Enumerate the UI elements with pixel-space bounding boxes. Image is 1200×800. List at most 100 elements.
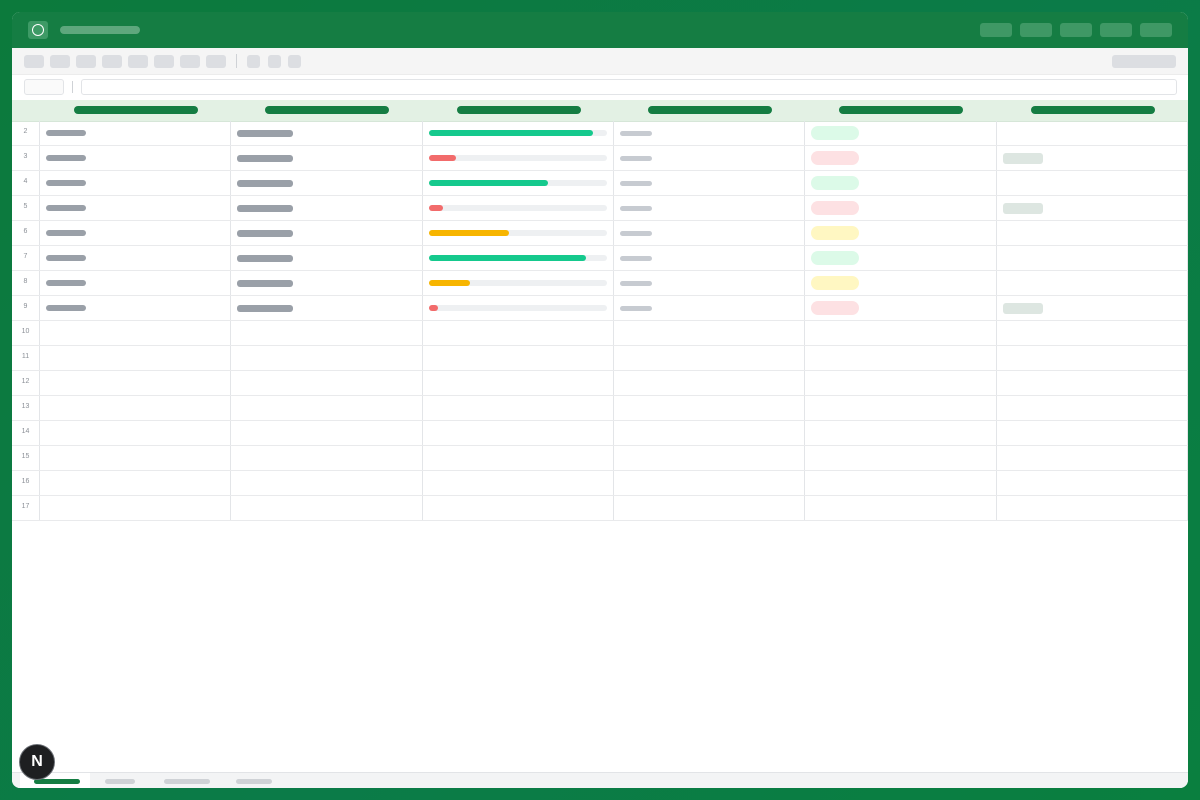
row-number[interactable]: 5	[12, 196, 40, 220]
cell-col-4[interactable]	[614, 496, 805, 520]
cell-col-2[interactable]	[231, 371, 423, 395]
cell-col-2[interactable]	[231, 396, 423, 420]
cell-col-3[interactable]	[423, 146, 614, 170]
cell-col-1[interactable]	[40, 446, 231, 470]
cell-col-5[interactable]	[805, 246, 997, 270]
row-number[interactable]: 12	[12, 371, 40, 395]
cell-col-5[interactable]	[805, 496, 997, 520]
cell-col-3[interactable]	[423, 296, 614, 320]
cell-col-4[interactable]	[614, 371, 805, 395]
cell-col-1[interactable]	[40, 246, 231, 270]
column-header-2[interactable]	[231, 100, 423, 121]
cell-col-6[interactable]	[997, 396, 1188, 420]
cell-col-4[interactable]	[614, 321, 805, 345]
titlebar-button-5[interactable]	[1140, 23, 1172, 37]
cell-col-4[interactable]	[614, 271, 805, 295]
row-number[interactable]: 2	[12, 121, 40, 145]
select-all-corner[interactable]	[12, 100, 40, 121]
toolbar-button-10[interactable]	[268, 55, 281, 68]
sheet-tab[interactable]	[152, 773, 224, 788]
cell-col-3[interactable]	[423, 496, 614, 520]
cell-col-1[interactable]	[40, 146, 231, 170]
cell-col-4[interactable]	[614, 146, 805, 170]
cell-col-5[interactable]	[805, 471, 997, 495]
row-number[interactable]: 7	[12, 246, 40, 270]
cell-col-6[interactable]	[997, 446, 1188, 470]
cell-col-3[interactable]	[423, 171, 614, 195]
toolbar-button-9[interactable]	[247, 55, 260, 68]
cell-col-6[interactable]	[997, 146, 1188, 170]
row-number[interactable]: 4	[12, 171, 40, 195]
n-logo-icon[interactable]: N	[19, 744, 55, 780]
column-header-6[interactable]	[997, 100, 1188, 121]
toolbar-button-1[interactable]	[24, 55, 44, 68]
column-header-3[interactable]	[423, 100, 614, 121]
titlebar-button-1[interactable]	[980, 23, 1012, 37]
cell-col-5[interactable]	[805, 321, 997, 345]
cell-col-1[interactable]	[40, 221, 231, 245]
row-number[interactable]: 17	[12, 496, 40, 520]
cell-col-6[interactable]	[997, 471, 1188, 495]
cell-col-1[interactable]	[40, 196, 231, 220]
cell-col-6[interactable]	[997, 421, 1188, 445]
row-number[interactable]: 9	[12, 296, 40, 320]
cell-col-5[interactable]	[805, 146, 997, 170]
cell-col-6[interactable]	[997, 371, 1188, 395]
cell-col-3[interactable]	[423, 221, 614, 245]
cell-col-2[interactable]	[231, 421, 423, 445]
cell-col-4[interactable]	[614, 346, 805, 370]
cell-col-1[interactable]	[40, 471, 231, 495]
cell-col-5[interactable]	[805, 446, 997, 470]
toolbar-button-3[interactable]	[76, 55, 96, 68]
cell-col-3[interactable]	[423, 421, 614, 445]
cell-col-3[interactable]	[423, 346, 614, 370]
cell-col-1[interactable]	[40, 171, 231, 195]
name-box[interactable]	[24, 79, 64, 95]
cell-col-1[interactable]	[40, 296, 231, 320]
cell-col-4[interactable]	[614, 446, 805, 470]
cell-col-1[interactable]	[40, 346, 231, 370]
cell-col-6[interactable]	[997, 246, 1188, 270]
cell-col-4[interactable]	[614, 246, 805, 270]
cell-col-3[interactable]	[423, 321, 614, 345]
cell-col-1[interactable]	[40, 496, 231, 520]
cell-col-4[interactable]	[614, 296, 805, 320]
cell-col-3[interactable]	[423, 446, 614, 470]
titlebar-button-3[interactable]	[1060, 23, 1092, 37]
formula-input[interactable]	[81, 79, 1177, 95]
cell-col-6[interactable]	[997, 271, 1188, 295]
row-number[interactable]: 14	[12, 421, 40, 445]
row-number[interactable]: 15	[12, 446, 40, 470]
cell-col-3[interactable]	[423, 396, 614, 420]
toolbar-button-4[interactable]	[102, 55, 122, 68]
cell-col-5[interactable]	[805, 346, 997, 370]
cell-col-6[interactable]	[997, 321, 1188, 345]
cell-col-1[interactable]	[40, 396, 231, 420]
cell-col-4[interactable]	[614, 471, 805, 495]
cell-col-2[interactable]	[231, 146, 423, 170]
row-number[interactable]: 16	[12, 471, 40, 495]
row-number[interactable]: 8	[12, 271, 40, 295]
row-number[interactable]: 11	[12, 346, 40, 370]
cell-col-5[interactable]	[805, 196, 997, 220]
cell-col-3[interactable]	[423, 371, 614, 395]
row-number[interactable]: 6	[12, 221, 40, 245]
cell-col-4[interactable]	[614, 421, 805, 445]
toolbar-button-5[interactable]	[128, 55, 148, 68]
cell-col-3[interactable]	[423, 196, 614, 220]
cell-col-1[interactable]	[40, 121, 231, 145]
column-header-4[interactable]	[614, 100, 805, 121]
toolbar-button-6[interactable]	[154, 55, 174, 68]
cell-col-2[interactable]	[231, 346, 423, 370]
cell-col-2[interactable]	[231, 121, 423, 145]
toolbar-button-11[interactable]	[288, 55, 301, 68]
cell-col-2[interactable]	[231, 446, 423, 470]
cell-col-2[interactable]	[231, 471, 423, 495]
titlebar-button-4[interactable]	[1100, 23, 1132, 37]
cell-col-6[interactable]	[997, 346, 1188, 370]
sheet-tab[interactable]	[92, 773, 150, 788]
cell-col-5[interactable]	[805, 221, 997, 245]
cell-col-5[interactable]	[805, 396, 997, 420]
cell-col-6[interactable]	[997, 496, 1188, 520]
cell-col-2[interactable]	[231, 246, 423, 270]
